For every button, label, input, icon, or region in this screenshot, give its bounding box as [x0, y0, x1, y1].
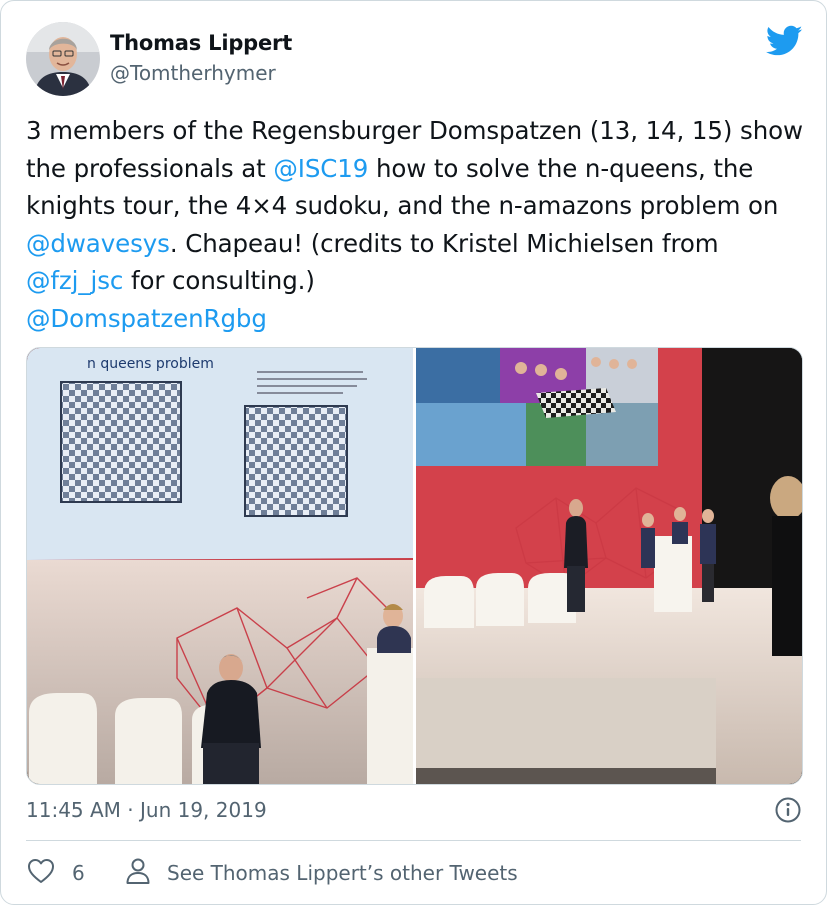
tweet-text: 3 members of the Regensburger Domspatzen…: [26, 112, 806, 337]
author-name[interactable]: Thomas Lippert: [110, 31, 292, 55]
avatar[interactable]: [26, 22, 100, 96]
mention-fzj-jsc[interactable]: @fzj_jsc: [26, 266, 123, 295]
author-handle[interactable]: @Tomtherhymer: [110, 61, 276, 85]
like-count: 6: [72, 861, 85, 885]
photo-right[interactable]: [416, 348, 802, 784]
tweet-text-part: for consulting.): [130, 266, 315, 295]
info-icon[interactable]: [774, 796, 802, 824]
twitter-bird-icon[interactable]: [765, 25, 803, 57]
see-other-tweets-label: See Thomas Lippert’s other Tweets: [167, 861, 518, 885]
slide-title: n queens problem: [87, 356, 214, 372]
media-grid: n queens problem: [26, 347, 803, 785]
tweet-timestamp[interactable]: 11:45 AM · Jun 19, 2019: [26, 798, 267, 822]
mention-dwavesys[interactable]: @dwavesys: [26, 229, 170, 258]
photo-left[interactable]: n queens problem: [27, 348, 413, 784]
like-button[interactable]: 6: [27, 858, 85, 888]
heart-icon: [27, 858, 55, 888]
tweet-text-part: . Chapeau! (credits to Kristel Michielse…: [169, 228, 727, 258]
svg-text:n queens problem: n queens problem: [87, 356, 214, 372]
separator: [26, 840, 801, 841]
person-icon: [125, 857, 151, 889]
see-other-tweets-link[interactable]: See Thomas Lippert’s other Tweets: [125, 858, 518, 888]
mention-domspatzen[interactable]: @DomspatzenRgbg: [26, 304, 267, 333]
tweet-card: Thomas Lippert @Tomtherhymer 3 members o…: [0, 0, 827, 905]
mention-isc19[interactable]: @ISC19: [273, 154, 368, 183]
